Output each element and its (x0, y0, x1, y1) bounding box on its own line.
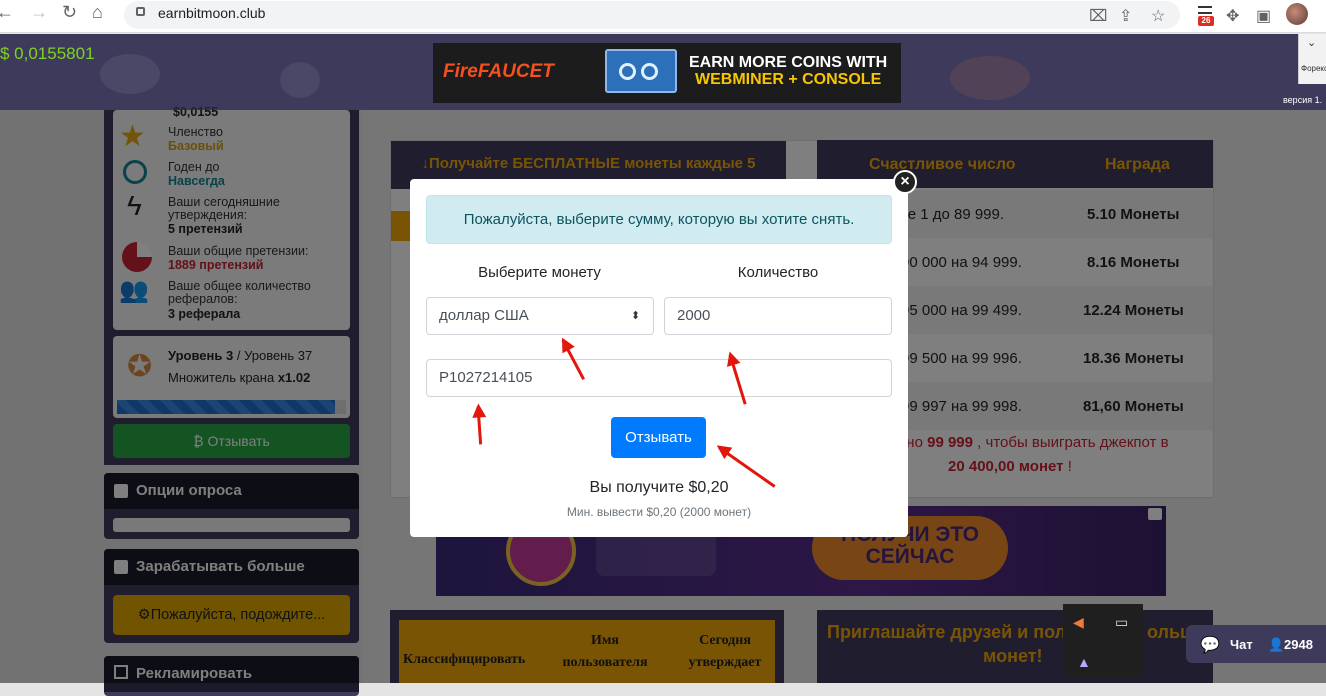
site-header: $ 0,0155801 FireFAUCET EARN MORE COINS W… (0, 34, 1326, 110)
amount-label: Количество (737, 264, 819, 281)
version-label: версия 1. (1283, 95, 1323, 105)
language-select[interactable]: ⌄ Форекс (1298, 34, 1326, 84)
receive-amount: Вы получите $0,20 (589, 479, 729, 496)
withdraw-modal: Пожалуйста, выберите сумму, которую вы х… (410, 179, 908, 537)
coin-label: Выберите монету (478, 264, 601, 281)
info-alert: Пожалуйста, выберите сумму, которую вы х… (426, 195, 892, 244)
translate-icon[interactable]: ⌧ (1089, 6, 1107, 26)
address-bar[interactable]: earnbitmoon.club (124, 1, 1180, 29)
banner-brand: FireFAUCET (443, 61, 554, 82)
chevron-down-icon: ⌄ (1307, 37, 1317, 49)
side-panel-icon[interactable]: ▣ (1256, 6, 1271, 26)
profile-avatar[interactable] (1286, 3, 1308, 25)
extensions-puzzle-icon[interactable]: ✥ (1226, 6, 1239, 26)
close-icon[interactable]: × (893, 170, 917, 194)
min-withdraw-note: Мин. вывести $0,20 (2000 монет) (566, 505, 752, 519)
chat-button[interactable]: 💬 Чат 👤 2948 (1186, 625, 1326, 663)
coin-select[interactable]: доллар США ⬍ (426, 297, 654, 335)
withdraw-submit-button[interactable]: Отзывать (611, 417, 706, 458)
firefaucet-banner-ad[interactable]: FireFAUCET EARN MORE COINS WITH WEBMINER… (433, 43, 901, 103)
forward-icon[interactable]: → (30, 2, 48, 23)
home-icon[interactable]: ⌂ (92, 2, 103, 23)
system-tray-popup: ◀ ▭ ▲ (1063, 604, 1143, 678)
browser-toolbar: ← → ↻ ⌂ earnbitmoon.club ⌧ ⇪ ☆ 26 ✥ ▣ (0, 0, 1326, 33)
extension-badge-icon[interactable]: 26 (1196, 4, 1216, 26)
reload-icon[interactable]: ↻ (62, 2, 77, 23)
speaker-icon[interactable]: ◀ (1073, 614, 1084, 631)
banner-line1: EARN MORE COINS WITH (689, 54, 888, 71)
chat-bubble-icon: 💬 (1200, 637, 1220, 654)
bookmark-star-icon[interactable]: ☆ (1151, 6, 1165, 26)
wallet-address-input[interactable]: P1027214105 (426, 359, 892, 397)
app-tray-icon[interactable]: ▲ (1077, 654, 1091, 670)
url-text: earnbitmoon.club (158, 5, 266, 21)
share-icon[interactable]: ⇪ (1119, 6, 1132, 26)
online-count: 2948 (1284, 637, 1313, 652)
balance-display: $ 0,0155801 (0, 44, 95, 63)
lock-icon (136, 7, 145, 16)
gpu-icon (605, 49, 677, 93)
banner-line2: WEBMINER + CONSOLE (695, 71, 882, 88)
back-icon[interactable]: ← (0, 2, 14, 23)
monitor-icon[interactable]: ▭ (1115, 614, 1128, 631)
amount-input[interactable]: 2000 (664, 297, 892, 335)
select-arrows-icon: ⬍ (631, 310, 641, 322)
user-icon: 👤 (1268, 637, 1285, 652)
